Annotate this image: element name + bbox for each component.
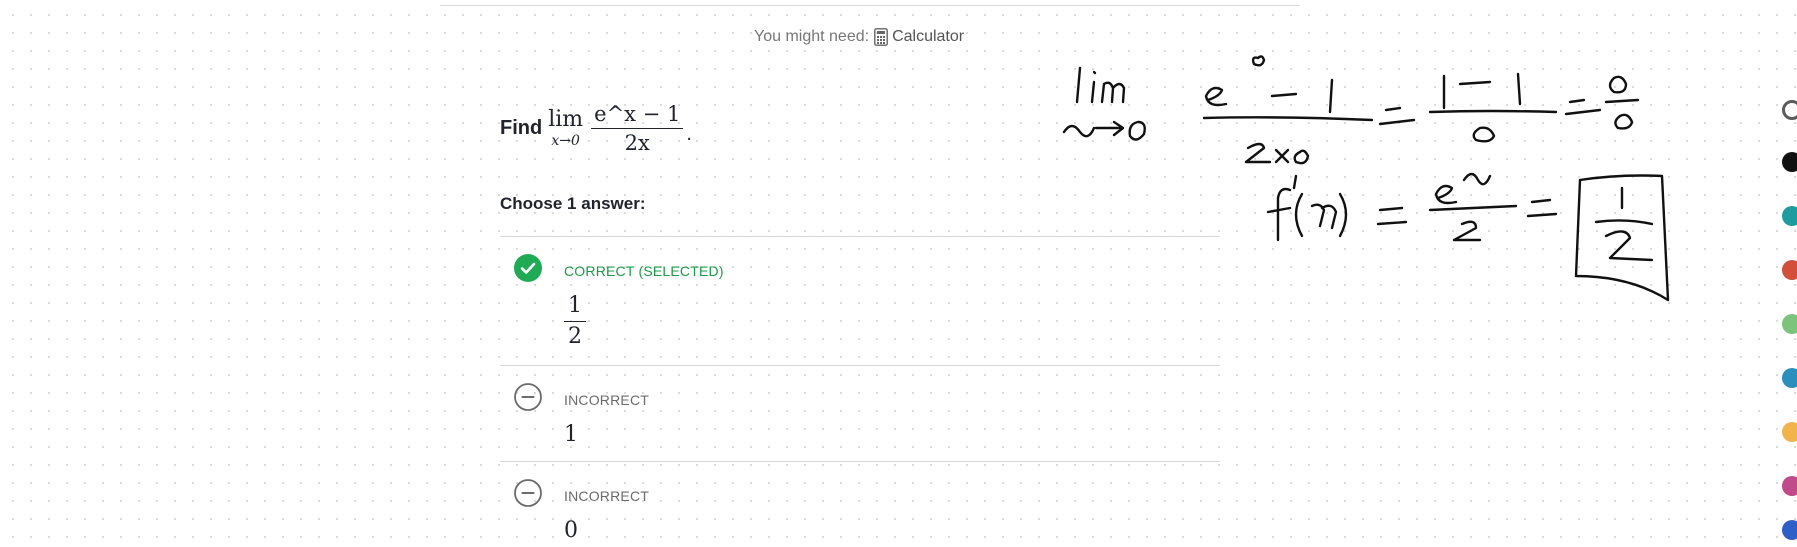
scratch-stroke	[1428, 109, 1558, 114]
scratch-stroke	[1202, 116, 1374, 122]
scratch-stroke	[1378, 106, 1416, 126]
choice-status-incorrect: INCORRECT	[564, 488, 650, 504]
scratch-stroke	[1614, 113, 1634, 130]
tools-hint: You might need: Calculator	[754, 28, 964, 46]
choice-value-denominator: 2	[568, 324, 582, 350]
calculator-icon	[874, 28, 888, 46]
minus-circle-icon	[513, 478, 543, 508]
scratch-stroke	[1338, 192, 1348, 238]
palette-swatch[interactable]	[1782, 368, 1797, 388]
palette-swatch[interactable]	[1782, 476, 1797, 496]
palette-swatch[interactable]	[1782, 520, 1797, 540]
scratch-stroke	[1376, 206, 1408, 226]
choice-status-correct: CORRECT (SELECTED)	[564, 263, 724, 279]
scratch-stroke	[1270, 92, 1298, 98]
scratch-stroke	[1594, 219, 1654, 226]
scratch-stroke	[1434, 184, 1458, 205]
fraction-numerator: e^x − 1	[594, 102, 681, 126]
scratch-stroke	[1462, 172, 1492, 186]
choice-status-incorrect: INCORRECT	[564, 392, 650, 408]
scratch-stroke	[1292, 174, 1298, 190]
minus-circle-icon	[513, 382, 543, 412]
fraction-denominator: 2x	[624, 131, 650, 156]
limit-subscript: x→0	[551, 132, 580, 149]
scratch-stroke	[1472, 126, 1496, 143]
scratch-stroke	[1428, 204, 1518, 212]
palette-swatch[interactable]	[1782, 422, 1797, 442]
scratch-stroke	[1294, 192, 1304, 238]
color-palette	[1782, 100, 1797, 547]
scratch-stroke	[1608, 75, 1628, 94]
scratch-stroke	[1293, 149, 1310, 165]
check-circle-icon	[513, 253, 543, 283]
question-prompt: Find lim x→0 e^x − 1 2x .	[500, 100, 692, 157]
limit-operator: lim x→0	[548, 106, 584, 150]
scratch-stroke	[1274, 148, 1290, 164]
choice-value: 0	[564, 518, 578, 543]
scratch-stroke	[1094, 120, 1125, 137]
scratch-stroke	[1100, 81, 1126, 104]
scratch-stroke	[1090, 70, 1097, 104]
scratch-stroke	[1516, 72, 1522, 106]
palette-swatch[interactable]	[1782, 206, 1797, 226]
choice-value: 1	[564, 422, 578, 447]
scratch-stroke	[1244, 142, 1272, 164]
limit-word: lim	[548, 106, 584, 132]
scratchpad-drawing[interactable]	[1050, 40, 1750, 320]
scratch-stroke	[1128, 120, 1146, 141]
palette-swatch[interactable]	[1782, 100, 1797, 120]
scratch-stroke	[1075, 66, 1082, 104]
scratch-stroke	[1328, 78, 1334, 114]
top-divider	[440, 5, 1300, 6]
palette-swatch[interactable]	[1782, 314, 1797, 334]
scratch-stroke	[1251, 55, 1266, 67]
scratch-stroke	[1564, 98, 1602, 116]
question-find-label: Find	[500, 117, 543, 140]
palette-swatch[interactable]	[1782, 152, 1797, 172]
choice-value-numerator: 1	[568, 293, 582, 318]
choose-instruction: Choose 1 answer:	[500, 194, 646, 213]
scratch-stroke	[1526, 198, 1558, 218]
limit-fraction: e^x − 1 2x	[591, 100, 684, 157]
scratch-stroke	[1604, 98, 1640, 104]
scratch-stroke	[1266, 187, 1292, 242]
scratch-stroke	[1458, 80, 1492, 86]
scratch-stroke	[1204, 86, 1228, 107]
choice-option-2[interactable]: INCORRECT 1	[500, 365, 1220, 461]
scratch-stroke	[1310, 203, 1338, 230]
question-period: .	[686, 123, 692, 146]
calculator-label: Calculator	[892, 28, 965, 45]
choice-value-fraction: 1 2	[564, 291, 586, 352]
scratch-stroke	[1062, 124, 1096, 138]
palette-swatch[interactable]	[1782, 260, 1797, 280]
might-need-label: You might need:	[754, 28, 870, 45]
scratch-stroke	[1452, 220, 1482, 242]
scratch-stroke	[1604, 230, 1654, 262]
calculator-link[interactable]: Calculator	[874, 28, 964, 46]
choice-option-3[interactable]: INCORRECT 0	[500, 461, 1220, 547]
